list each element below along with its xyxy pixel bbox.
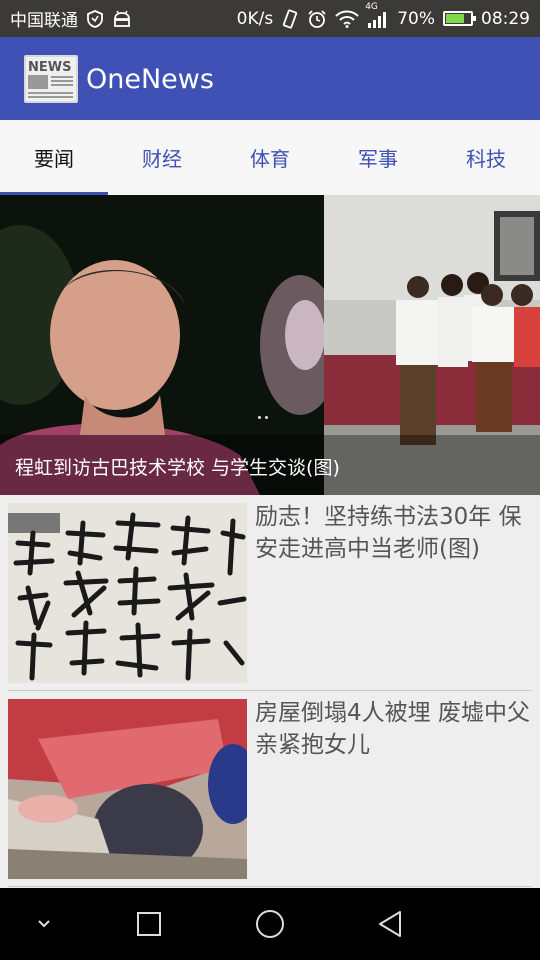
vibrate-icon: [281, 8, 299, 29]
app-bar: NEWS OneNews: [0, 37, 540, 120]
banner-carousel[interactable]: 程虹到访古巴技术学校 与学生交谈(图): [0, 195, 540, 495]
tab-sports[interactable]: 体育: [216, 120, 324, 195]
alarm-icon: [307, 9, 327, 29]
news-title: 房屋倒塌4人被埋 废墟中父亲紧抱女儿: [255, 700, 530, 758]
newspaper-icon: NEWS: [24, 55, 78, 103]
news-thumbnail: [8, 699, 247, 879]
navigation-bar: [0, 888, 540, 960]
carrier-label: 中国联通: [10, 11, 78, 31]
recent-apps-icon[interactable]: [129, 888, 169, 960]
wifi-icon: [335, 10, 359, 28]
category-tabs: 要闻 财经 体育 军事 科技: [0, 120, 540, 195]
clock: 08:29: [481, 8, 530, 29]
news-title: 励志！坚持练书法30年 保安走进高中当老师(图): [255, 504, 522, 562]
shield-icon: [87, 9, 103, 28]
signal-icon: 4G: [365, 2, 389, 28]
network-type-label: 4G: [365, 1, 378, 12]
back-icon[interactable]: [370, 888, 410, 960]
home-icon[interactable]: [250, 888, 290, 960]
tab-finance[interactable]: 财经: [108, 120, 216, 195]
banner-caption: 程虹到访古巴技术学校 与学生交谈(图): [0, 435, 540, 495]
battery-percent: 70%: [397, 8, 435, 29]
divider: [8, 886, 532, 887]
app-title: OneNews: [86, 64, 214, 95]
news-list-item[interactable]: 房屋倒塌4人被埋 废墟中父亲紧抱女儿: [0, 691, 540, 887]
status-bar: 中国联通 0K/s 4G 70% 08:29: [0, 0, 540, 37]
news-thumbnail: [8, 503, 247, 683]
android-icon: [112, 10, 132, 28]
carousel-indicator: [258, 416, 268, 419]
tab-technology[interactable]: 科技: [432, 120, 540, 195]
net-speed-label: 0K/s: [236, 8, 274, 29]
carousel-dot: [258, 416, 261, 419]
tab-military[interactable]: 军事: [324, 120, 432, 195]
carousel-dot: [265, 416, 268, 419]
chevron-down-icon[interactable]: [24, 888, 64, 960]
banner-caption-text: 程虹到访古巴技术学校 与学生交谈(图): [15, 457, 340, 479]
news-list-item[interactable]: 励志！坚持练书法30年 保安走进高中当老师(图): [0, 495, 540, 691]
battery-icon: [443, 11, 476, 26]
logo-text: NEWS: [28, 60, 71, 75]
tab-headlines[interactable]: 要闻: [0, 120, 108, 195]
